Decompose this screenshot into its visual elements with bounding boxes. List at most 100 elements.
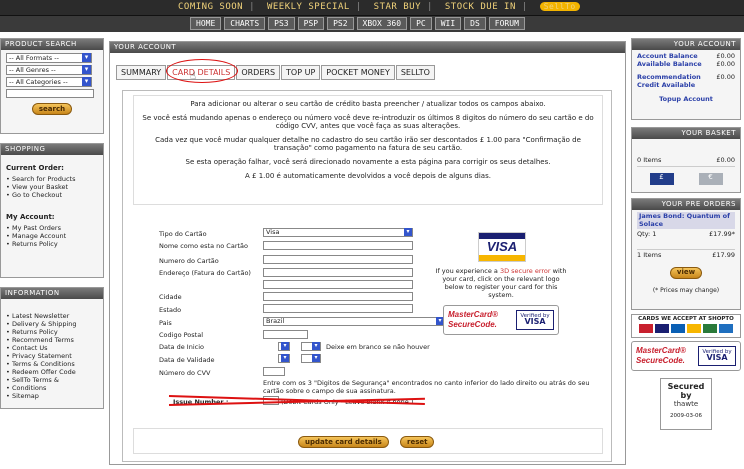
- tab-top-up[interactable]: TOP UP: [281, 65, 321, 80]
- start-month-select[interactable]: [278, 342, 290, 351]
- price-note: (* Prices may change): [652, 286, 720, 294]
- expiry-month-select[interactable]: [278, 354, 290, 363]
- city-input[interactable]: [263, 292, 413, 301]
- my-account-heading: My Account:: [6, 213, 55, 221]
- sellto-logo[interactable]: SellTo: [539, 2, 580, 11]
- link-privacy[interactable]: Privacy Statement: [6, 352, 98, 360]
- expiry-year-select[interactable]: [301, 354, 321, 363]
- link-sitemap[interactable]: Sitemap: [6, 392, 98, 400]
- postcode-input[interactable]: [263, 330, 308, 339]
- link-manage-account[interactable]: Manage Account: [6, 232, 98, 240]
- topup-link[interactable]: Topup Account: [659, 95, 713, 103]
- view-preorders-button[interactable]: view: [669, 267, 703, 279]
- product-search-panel: PRODUCT SEARCH -- All Formats -- -- All …: [0, 38, 104, 134]
- link-checkout[interactable]: Go to Checkout: [6, 191, 98, 199]
- tab-sellto[interactable]: SELLTO: [395, 65, 435, 80]
- cards-accepted-panel: CARDS WE ACCEPT AT SHOPTO: [631, 314, 741, 338]
- basket-title: YOUR BASKET: [632, 128, 740, 139]
- expiry-label: Data de Validade: [159, 356, 215, 364]
- nav-tab-forum[interactable]: FORUM: [488, 17, 525, 30]
- link-recommend-terms[interactable]: Recommend Terms: [6, 336, 98, 344]
- link-sellto-terms[interactable]: SellTo Terms &: [6, 376, 98, 384]
- information-panel: INFORMATION Latest Newsletter Delivery &…: [0, 287, 104, 409]
- intro-paragraph: Se esta operação falhar, você será direc…: [185, 158, 551, 166]
- card-type-label: Tipo do Cartão: [159, 230, 207, 238]
- start-date-label: Data de Inicio: [159, 343, 204, 351]
- button-row: update card details reset: [133, 428, 603, 454]
- state-label: Estado: [159, 306, 182, 314]
- name-input[interactable]: [263, 241, 413, 250]
- your-account-panel: YOUR ACCOUNT Account Balance £0.00 Availa…: [631, 38, 741, 120]
- start-year-select[interactable]: [301, 342, 321, 351]
- preorder-item-title[interactable]: James Bond: Quantum of Solace: [637, 212, 735, 229]
- right-securecode-logo[interactable]: MasterCard® SecureCode. Verified by VISA: [631, 341, 741, 371]
- country-label: Pais: [159, 319, 172, 327]
- top-links: COMING SOON | WEEKLY SPECIAL | STAR BUY | S…: [178, 2, 580, 12]
- link-past-orders[interactable]: My Past Orders: [6, 224, 98, 232]
- cvv-input[interactable]: [263, 367, 285, 376]
- tab-pocket-money[interactable]: POCKET MONEY: [321, 65, 395, 80]
- gbp-flag-icon[interactable]: £: [649, 173, 674, 185]
- preorder-price: £17.99*: [709, 230, 735, 238]
- account-title: YOUR ACCOUNT: [110, 42, 625, 53]
- link-delivery[interactable]: Delivery & Shipping: [6, 320, 98, 328]
- link-weekly-special[interactable]: WEEKLY SPECIAL: [267, 2, 350, 12]
- card-number-input[interactable]: [263, 255, 413, 264]
- reset-button[interactable]: reset: [400, 436, 435, 448]
- link-redeem[interactable]: Redeem Offer Code: [6, 368, 98, 376]
- top-bar: COMING SOON | WEEKLY SPECIAL | STAR BUY | S…: [0, 0, 744, 16]
- nav-tab-pc[interactable]: PC: [410, 17, 432, 30]
- intro-paragraph: Para adicionar ou alterar o seu cartão d…: [190, 100, 546, 108]
- link-stock-due-in[interactable]: STOCK DUE IN: [445, 2, 516, 12]
- nav-tab-xbox360[interactable]: XBOX 360: [356, 17, 408, 30]
- address-input-2[interactable]: [263, 280, 413, 289]
- thawte-seal[interactable]: Secured by thawte 2009-03-06: [660, 378, 712, 430]
- nav-tab-ps3[interactable]: PS3: [268, 17, 295, 30]
- link-search-products[interactable]: Search for Products: [6, 175, 98, 183]
- address-input-1[interactable]: [263, 268, 413, 277]
- right-account-title: YOUR ACCOUNT: [632, 39, 740, 50]
- nav-tab-charts[interactable]: CHARTS: [224, 17, 266, 30]
- link-returns[interactable]: Returns Policy: [6, 328, 98, 336]
- intro-paragraph: Cada vez que você mudar qualquer detalhe…: [155, 136, 581, 152]
- search-input[interactable]: [6, 89, 94, 98]
- basket-items: 0 Items: [637, 156, 662, 164]
- visa-logo: VISA: [478, 232, 526, 262]
- tab-summary[interactable]: SUMMARY: [116, 65, 167, 80]
- genres-select[interactable]: -- All Genres --: [6, 65, 92, 75]
- information-title: INFORMATION: [1, 288, 103, 299]
- cvv-hint: Entre com os 3 "Digitos de Segurança" en…: [263, 379, 590, 395]
- link-sellto-conditions[interactable]: Conditions: [6, 384, 98, 392]
- thawte-date: 2009-03-06: [670, 413, 702, 419]
- thawte-by: by: [680, 391, 692, 400]
- link-contact[interactable]: Contact Us: [6, 344, 98, 352]
- link-terms[interactable]: Terms & Conditions: [6, 360, 98, 368]
- formats-select[interactable]: -- All Formats --: [6, 53, 92, 63]
- state-input[interactable]: [263, 304, 413, 313]
- update-card-button[interactable]: update card details: [298, 436, 389, 448]
- tab-orders[interactable]: ORDERS: [236, 65, 281, 80]
- link-newsletter[interactable]: Latest Newsletter: [6, 312, 98, 320]
- categories-select[interactable]: -- All Categories --: [6, 77, 92, 87]
- nav-tab-ds[interactable]: DS: [464, 17, 486, 30]
- country-select[interactable]: Brazil: [263, 317, 445, 326]
- search-button[interactable]: search: [31, 103, 73, 115]
- shopping-panel: SHOPPING Current Order: Search for Produ…: [0, 143, 104, 278]
- card-details-content: Para adicionar ou alterar o seu cartão d…: [122, 90, 612, 462]
- mastercard-securecode-verified-by-visa-logo[interactable]: MasterCard® SecureCode. Verified by VISA: [443, 305, 559, 335]
- address-label: Endereço (Fatura do Cartão): [159, 269, 251, 277]
- link-returns-policy[interactable]: Returns Policy: [6, 240, 98, 248]
- link-star-buy[interactable]: STAR BUY: [374, 2, 421, 12]
- nav-tab-home[interactable]: HOME: [190, 17, 222, 30]
- card-logos: [632, 324, 740, 333]
- eur-flag-icon[interactable]: €: [698, 173, 723, 185]
- nav-tab-psp[interactable]: PSP: [297, 17, 325, 30]
- account-panel: YOUR ACCOUNT SUMMARY CARD DETAILS ORDERS…: [109, 41, 626, 465]
- nav-tab-ps2[interactable]: PS2: [327, 17, 354, 30]
- link-coming-soon[interactable]: COMING SOON: [178, 2, 243, 12]
- current-order-heading: Current Order:: [6, 164, 64, 172]
- secure-error-link[interactable]: 3D secure error: [500, 267, 551, 275]
- nav-tab-wii[interactable]: WII: [434, 17, 462, 30]
- card-type-select[interactable]: Visa: [263, 228, 413, 237]
- link-view-basket[interactable]: View your Basket: [6, 183, 98, 191]
